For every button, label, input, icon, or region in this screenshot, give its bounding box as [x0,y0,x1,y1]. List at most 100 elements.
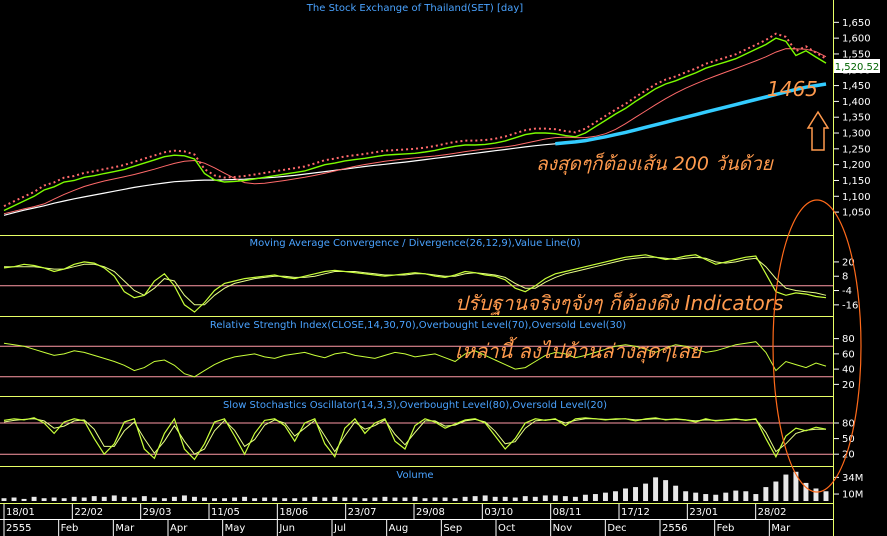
volume-bar [272,497,278,501]
volume-bar [753,494,759,501]
stoch-tick-label: 50 [842,434,855,445]
price-tick-label: 1,050 [842,208,871,219]
volume-bar [552,495,558,501]
volume-bar [282,498,288,501]
volume-bar [542,495,548,501]
month-label: Dec [607,523,626,534]
annotation-1465: 1465 [767,77,818,101]
month-label: Aug [389,523,409,534]
volume-bar [582,494,588,501]
month-label: Oct [498,523,515,534]
volume-bar [663,480,669,501]
stochastic-title: Slow Stochastics Oscillator(14,3,3),Over… [223,400,607,411]
rsi-tick-label: 20 [842,380,855,391]
volume-bar [21,498,27,501]
annotation-bottom: เหล่านี้ ลงไปด้านล่างสุดๆเลย [455,336,702,364]
volume-bar [252,498,258,501]
date-label: 18/06 [279,507,308,518]
price-tick-label: 1,150 [842,176,871,187]
volume-bar [562,496,568,501]
volume-bar [101,496,107,501]
volume-bar [512,497,518,501]
month-label: Mar [115,523,135,534]
volume-bar [181,495,187,501]
month-label: Jun [278,523,295,534]
date-label: 18/01 [6,507,35,518]
volume-bar [242,496,248,501]
date-label: 08/11 [553,507,582,518]
volume-bar [623,488,628,501]
price-tick-label: 1,100 [842,192,871,203]
volume-bar [633,487,639,501]
month-label: Sep [443,523,462,534]
volume-bar [532,496,538,501]
date-label: 29/03 [143,507,172,518]
chart-background [0,0,887,536]
volume-bar [392,497,398,501]
volume-bar [602,492,608,501]
volume-bar [522,496,528,501]
stoch-tick-label: 80 [842,419,855,430]
month-label: 2555 [6,523,31,534]
date-label: 22/02 [74,507,103,518]
volume-bar [352,497,358,501]
volume-title: Volume [396,470,433,481]
price-tick-label: 1,450 [842,81,871,92]
price-tick-label: 1,400 [842,97,871,108]
volume-bar [422,498,428,501]
volume-bar [653,477,659,501]
volume-bar [322,497,328,501]
volume-bar [482,495,488,501]
macd-title: Moving Average Convergence / Divergence(… [250,238,581,249]
month-label: Feb [717,523,735,534]
volume-bar [693,492,699,501]
volume-bar [763,487,769,501]
volume-bar [161,498,167,501]
volume-bar [232,497,238,501]
volume-bar [81,497,87,501]
svg-text:1,520.52: 1,520.52 [835,62,880,73]
volume-bar [202,497,207,501]
price-tick-label: 1,300 [842,129,871,140]
volume-tick-label: 34M [842,473,863,484]
volume-bar [743,491,749,501]
rsi-tick-label: 80 [842,334,855,345]
volume-bar [713,494,719,501]
volume-bar [91,496,97,501]
volume-bar [362,498,368,501]
volume-bar [332,496,338,501]
volume-bar [41,498,47,501]
volume-bar [643,483,649,501]
volume-bar [703,494,709,501]
volume-bar [733,490,739,501]
volume-bar [121,496,127,501]
volume-bar [432,497,438,501]
price-tick-label: 1,250 [842,144,871,155]
volume-bar [31,496,37,501]
month-label: Mar [771,523,791,534]
volume-bar [472,496,478,501]
volume-bar [212,498,217,501]
volume-tick-label: 10M [842,490,863,501]
volume-bar [171,496,177,501]
price-tick-label: 1,350 [842,113,871,124]
set-stock-chart: The Stock Exchange of Thailand(SET) [day… [0,0,887,536]
volume-bar [673,485,679,501]
month-label: Jul [333,523,346,534]
volume-bar [11,497,17,501]
volume-bar [773,481,779,501]
month-label: 2556 [662,523,687,534]
volume-bar [61,498,67,501]
price-tick-label: 1,600 [842,34,871,45]
volume-bar [382,496,388,501]
volume-bar [723,492,729,501]
volume-bar [151,497,157,501]
volume-bar [111,495,117,501]
date-label: 28/02 [758,507,787,518]
volume-bar [492,496,498,501]
macd-tick-label: -16 [842,300,858,311]
rsi-tick-label: 60 [842,349,855,360]
month-label: Apr [170,523,188,534]
volume-bar [222,498,228,501]
macd-tick-label: 8 [842,272,848,283]
